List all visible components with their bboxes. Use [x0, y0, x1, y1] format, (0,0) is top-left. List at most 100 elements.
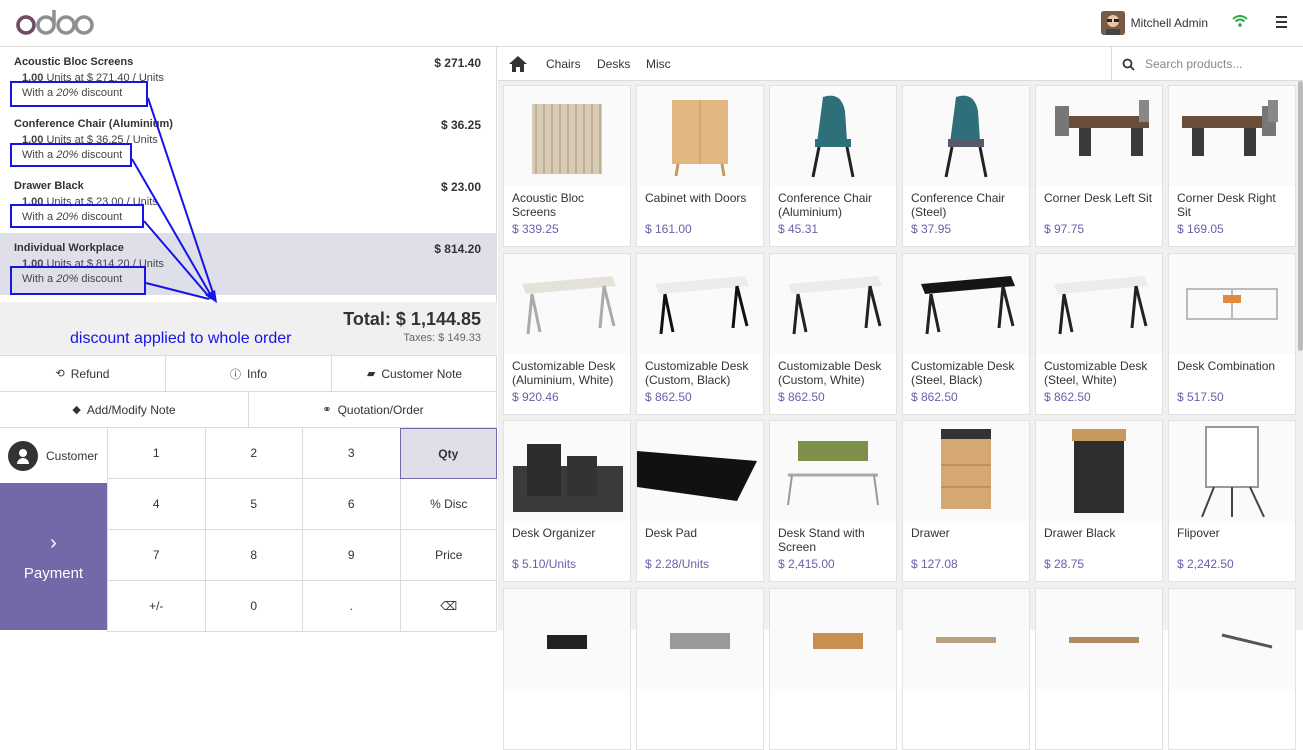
product-name: Drawer Black — [1044, 526, 1116, 540]
product-card[interactable] — [769, 587, 897, 750]
scrollbar[interactable] — [1298, 81, 1303, 351]
product-card[interactable]: Customizable Desk (Aluminium, White) $ 92… — [503, 252, 631, 415]
user-menu[interactable]: Mitchell Admin — [1100, 10, 1208, 36]
top-bar: Mitchell Admin — [0, 0, 1303, 47]
category-bar: Chairs Desks Misc — [498, 47, 1303, 81]
product-image — [1169, 86, 1295, 186]
product-card[interactable]: Customizable Desk (Custom, White) $ 862.5… — [769, 252, 897, 415]
product-name: Desk Organizer — [512, 526, 596, 540]
numpad-mode-price[interactable]: Price — [399, 530, 497, 581]
numpad-key-5[interactable]: 5 — [204, 479, 302, 530]
product-card[interactable]: Desk Combination $ 517.50 — [1168, 252, 1296, 415]
order-total: Total: $ 1,144.85 — [343, 309, 481, 329]
numpad-key-3[interactable]: 3 — [302, 428, 400, 479]
product-card[interactable]: Customizable Desk (Steel, White) $ 862.50 — [1035, 252, 1163, 415]
numpad-mode-discount[interactable]: % Disc — [399, 479, 497, 530]
product-image — [1036, 421, 1162, 521]
product-price: $ 37.95 — [911, 222, 952, 236]
category-desks[interactable]: Desks — [597, 57, 630, 71]
product-image — [903, 86, 1029, 186]
undo-icon: ⟲ — [55, 368, 65, 380]
user-name: Mitchell Admin — [1130, 16, 1208, 30]
chevron-right-icon: › — [50, 531, 57, 554]
product-card[interactable]: Customizable Desk (Custom, Black) $ 862.5… — [636, 252, 764, 415]
user-icon — [8, 440, 38, 471]
search-input[interactable] — [1145, 57, 1285, 71]
customer-button[interactable]: Customer — [0, 427, 107, 483]
numpad-key-backspace[interactable]: ⌫ — [399, 581, 497, 632]
numpad-key-8[interactable]: 8 — [204, 530, 302, 581]
refund-button[interactable]: ⟲ Refund — [0, 356, 166, 391]
tag-icon: ◆ — [72, 404, 81, 416]
menu-icon[interactable] — [1276, 16, 1287, 31]
payment-button[interactable]: › Payment — [0, 483, 107, 630]
category-chairs[interactable]: Chairs — [546, 57, 581, 71]
odoo-logo — [16, 6, 96, 40]
numpad-key-decimal[interactable]: . — [302, 581, 400, 632]
info-icon: ⓘ — [229, 368, 241, 381]
product-card[interactable]: Desk Organizer $ 5.10/Units — [503, 420, 631, 582]
product-card[interactable]: Corner Desk Left Sit $ 97.75 — [1035, 85, 1163, 247]
product-image — [903, 421, 1029, 521]
numpad-key-7[interactable]: 7 — [107, 530, 205, 581]
numpad-key-9[interactable]: 9 — [302, 530, 400, 581]
product-card[interactable]: Flipover $ 2,242.50 — [1168, 420, 1296, 582]
product-image — [637, 588, 763, 689]
numpad-key-6[interactable]: 6 — [302, 479, 400, 530]
product-card[interactable]: Acoustic Bloc Screens $ 339.25 — [503, 85, 631, 247]
category-misc[interactable]: Misc — [646, 57, 671, 71]
product-card[interactable] — [503, 587, 631, 750]
product-price: $ 920.46 — [512, 389, 559, 404]
product-card[interactable] — [902, 587, 1030, 750]
product-card[interactable] — [636, 587, 764, 750]
product-image — [504, 421, 630, 521]
customer-note-button[interactable]: ▰ Customer Note — [332, 356, 497, 391]
numpad-key-2[interactable]: 2 — [204, 428, 302, 479]
product-image — [1036, 253, 1162, 354]
home-icon[interactable] — [508, 55, 528, 78]
search-box — [1111, 47, 1303, 81]
product-name: Customizable Desk (Aluminium, White) — [512, 358, 616, 387]
product-card[interactable]: Cabinet with Doors $ 161.00 — [636, 85, 764, 247]
product-card[interactable]: Corner Desk Right Sit $ 169.05 — [1168, 85, 1296, 247]
product-price: $ 339.25 — [512, 222, 559, 236]
product-name: Desk Combination — [1177, 358, 1276, 373]
product-card[interactable] — [1168, 587, 1296, 750]
info-button[interactable]: ⓘ Info — [166, 356, 332, 391]
numpad-key-1[interactable]: 1 — [107, 428, 205, 479]
product-card[interactable]: Drawer Black $ 28.75 — [1035, 420, 1163, 582]
product-card[interactable] — [1035, 587, 1163, 750]
add-modify-note-button[interactable]: ◆ Add/Modify Note — [0, 392, 249, 427]
numpad-key-sign[interactable]: +/- — [107, 581, 205, 632]
product-image — [637, 421, 763, 521]
numpad-mode-qty[interactable]: Qty — [399, 428, 497, 479]
product-name: Flipover — [1177, 526, 1220, 540]
annotation-label: discount applied to whole order — [70, 330, 292, 347]
product-name: Acoustic Bloc Screens — [512, 191, 585, 219]
product-card[interactable]: Conference Chair (Aluminium) $ 45.31 — [769, 85, 897, 247]
numpad-key-0[interactable]: 0 — [204, 581, 302, 632]
product-card[interactable]: Conference Chair (Steel) $ 37.95 — [902, 85, 1030, 247]
product-price: $ 2,415.00 — [778, 557, 835, 571]
product-image — [504, 588, 630, 689]
product-card[interactable]: Drawer $ 127.08 — [902, 420, 1030, 582]
product-card[interactable]: Desk Pad $ 2.28/Units — [636, 420, 764, 582]
quotation-order-button[interactable]: ⚭ Quotation/Order — [249, 392, 497, 427]
note-icon: ▰ — [366, 368, 376, 380]
product-image — [637, 253, 763, 354]
numpad-key-4[interactable]: 4 — [107, 479, 205, 530]
product-image — [903, 253, 1029, 354]
product-price: $ 862.50 — [1044, 389, 1091, 404]
product-image — [1169, 588, 1295, 689]
product-image — [504, 86, 630, 186]
numpad: 1 2 3 Qty 4 5 6 % Disc 7 8 9 Price +/- 0… — [107, 427, 497, 632]
product-price: $ 517.50 — [1177, 389, 1224, 404]
product-card[interactable]: Customizable Desk (Steel, Black) $ 862.50 — [902, 252, 1030, 415]
product-name: Desk Stand with Screen — [778, 526, 865, 554]
product-price: $ 862.50 — [645, 389, 692, 404]
product-name: Conference Chair (Steel) — [911, 191, 1006, 219]
product-image — [770, 421, 896, 521]
product-card[interactable]: Desk Stand with Screen $ 2,415.00 — [769, 420, 897, 582]
control-buttons-row: ◆ Add/Modify Note ⚭ Quotation/Order — [0, 391, 497, 427]
product-image — [770, 86, 896, 186]
